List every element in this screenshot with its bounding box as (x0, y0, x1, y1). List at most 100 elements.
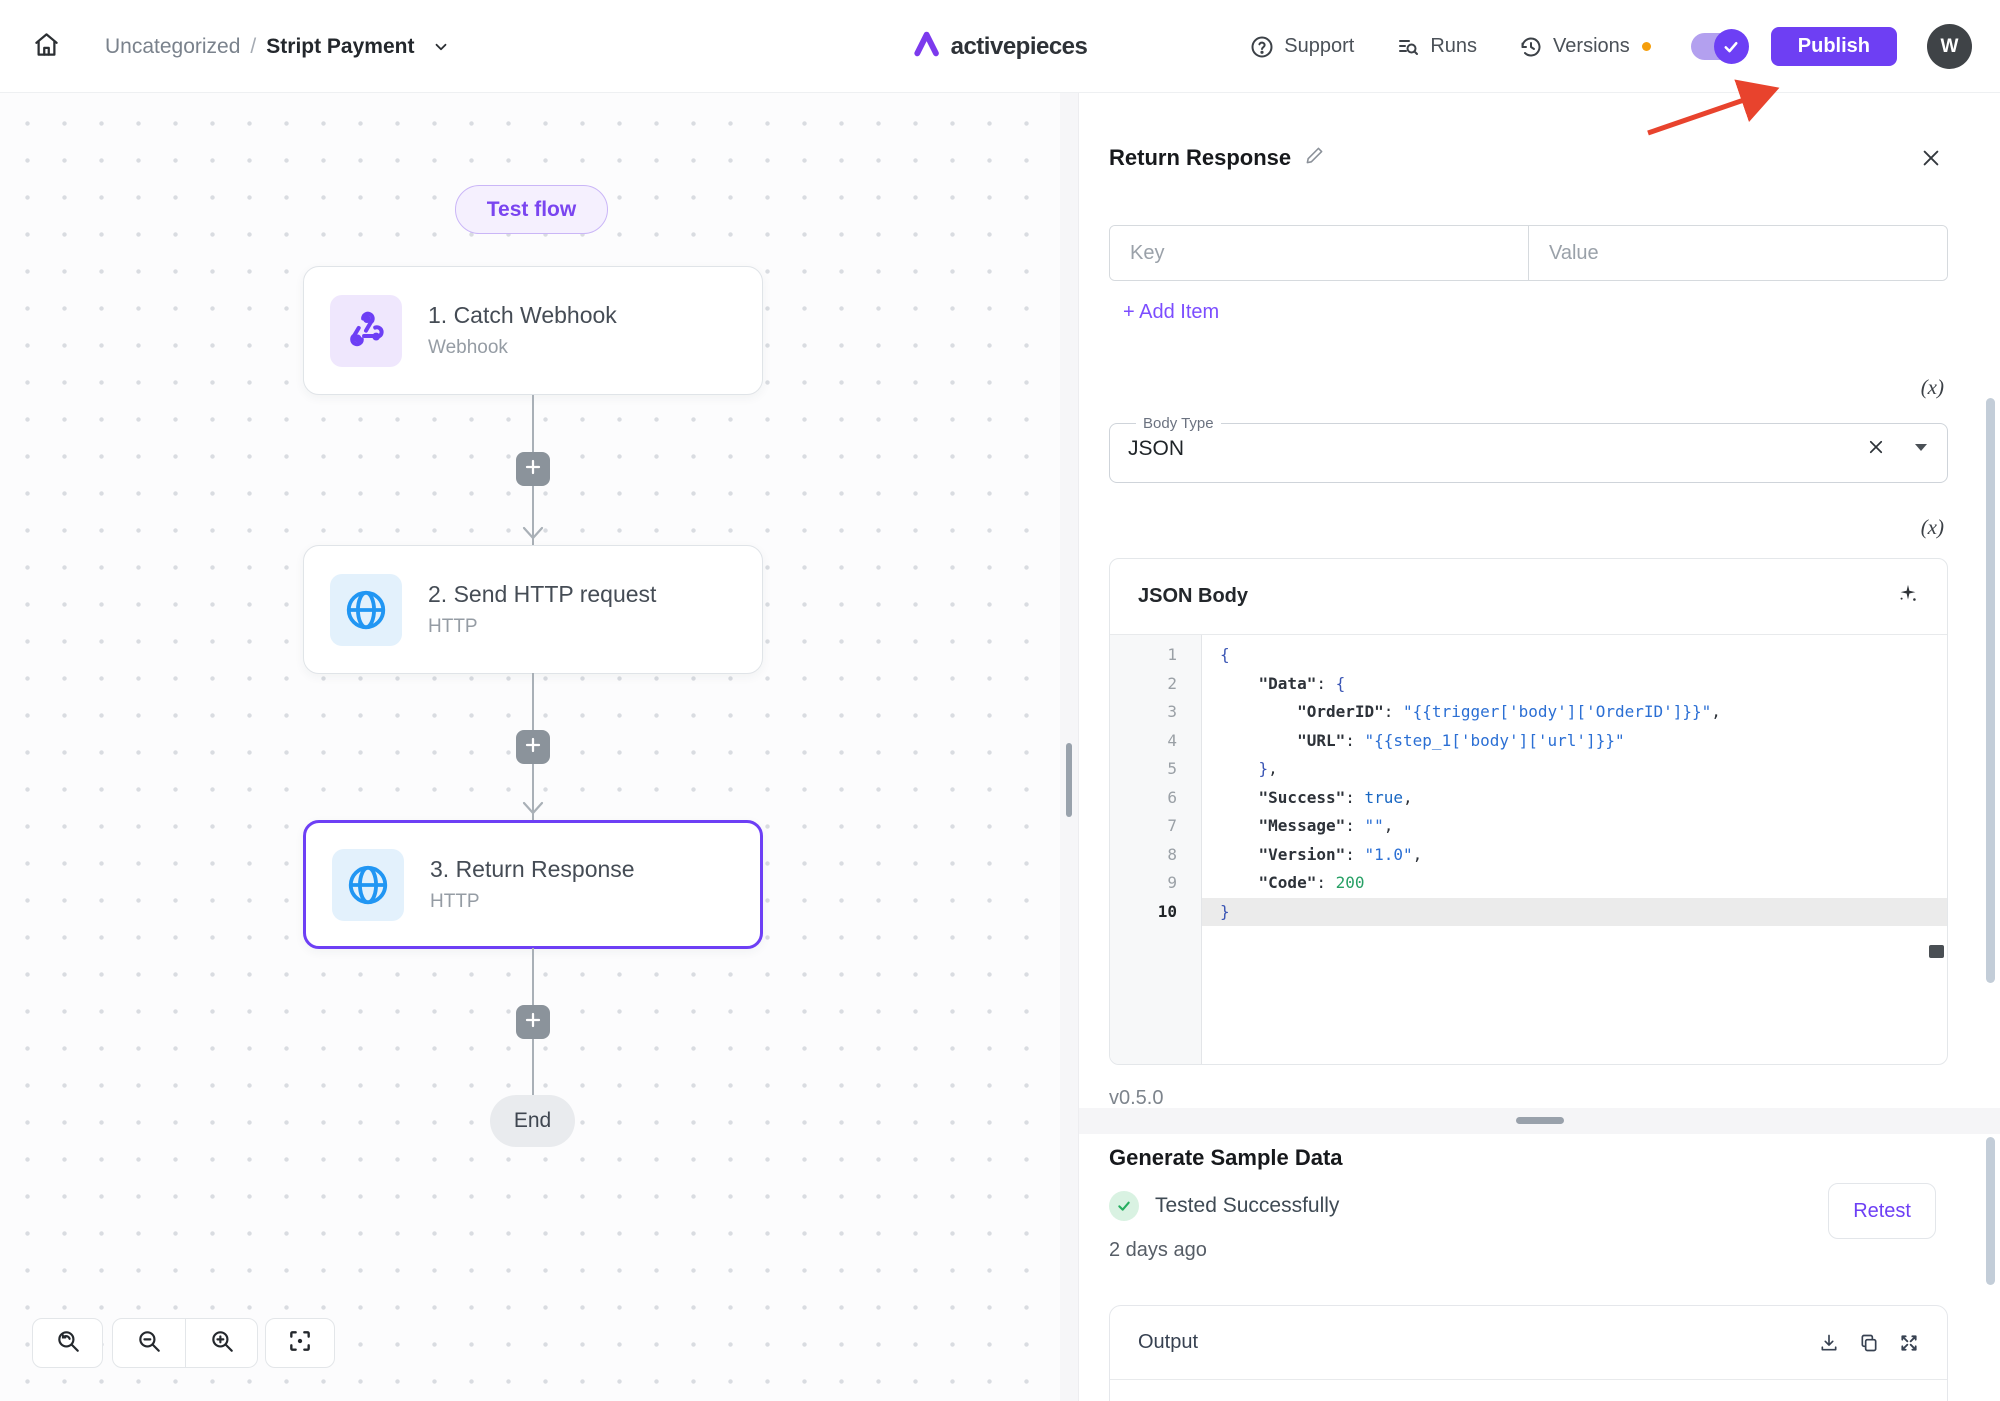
topbar-left: Uncategorized / Stript Payment (25, 0, 450, 93)
breadcrumb-flow-name[interactable]: Stript Payment (266, 35, 414, 59)
step-settings-panel: Return Response + Add Item (x) Body Type… (1078, 93, 2000, 1401)
add-step-button-1[interactable] (516, 452, 550, 486)
support-label: Support (1284, 35, 1354, 58)
retest-button[interactable]: Retest (1828, 1183, 1936, 1239)
code-line[interactable]: "Success": true, (1202, 784, 1947, 813)
fit-to-view-button[interactable] (265, 1318, 335, 1368)
topbar-right: Support Runs Versions Publish (1250, 0, 1972, 93)
step-card-send-http[interactable]: 2. Send HTTP request HTTP (303, 545, 763, 674)
step-texts: 1. Catch Webhook Webhook (428, 302, 617, 359)
download-icon[interactable] (1819, 1333, 1839, 1353)
code-area[interactable]: 12345678910 { "Data": { "OrderID": "{{tr… (1110, 635, 1947, 1065)
test-timestamp: 2 days ago (1109, 1239, 1207, 1262)
copy-icon[interactable] (1859, 1333, 1879, 1353)
body-type-select[interactable]: Body Type JSON (1109, 415, 1948, 483)
line-number: 10 (1110, 898, 1177, 927)
section-resize-handle[interactable] (1516, 1117, 1564, 1124)
zoom-out-icon (136, 1328, 162, 1359)
add-item-link[interactable]: + Add Item (1123, 301, 1219, 324)
breadcrumb-separator: / (250, 35, 256, 59)
step-card-catch-webhook[interactable]: 1. Catch Webhook Webhook (303, 266, 763, 395)
code-line[interactable]: "Data": { (1202, 670, 1947, 699)
test-flow-button[interactable]: Test flow (455, 185, 608, 234)
avatar[interactable]: W (1927, 24, 1972, 69)
edit-pencil-icon[interactable] (1305, 146, 1324, 170)
code-line[interactable]: }, (1202, 755, 1947, 784)
arrowhead-icon (521, 800, 545, 821)
versions-unpublished-dot (1642, 42, 1651, 51)
add-step-button-2[interactable] (516, 730, 550, 764)
code-gutter: 12345678910 (1110, 635, 1202, 1065)
flow-enabled-toggle[interactable] (1691, 33, 1745, 60)
topbar: Uncategorized / Stript Payment activepie… (0, 0, 2000, 93)
success-check-icon (1109, 1191, 1139, 1221)
globe-icon (332, 849, 404, 921)
plus-icon (524, 1011, 542, 1034)
ai-sparkle-icon[interactable] (1897, 583, 1919, 610)
publish-button[interactable]: Publish (1771, 27, 1897, 66)
response-headers-row (1109, 225, 1948, 281)
line-number: 7 (1110, 812, 1177, 841)
zoom-button-group (112, 1318, 258, 1368)
line-number: 2 (1110, 670, 1177, 699)
output-tree-row[interactable]: object {3} (1110, 1380, 1947, 1401)
plus-icon (524, 736, 542, 759)
line-number: 1 (1110, 641, 1177, 670)
panel-gap (1060, 93, 1078, 1401)
zoom-in-button[interactable] (185, 1319, 257, 1367)
step-title: 1. Catch Webhook (428, 302, 617, 329)
code-line[interactable]: "Version": "1.0", (1202, 841, 1947, 870)
sample-scrollbar-thumb[interactable] (1986, 1137, 1995, 1285)
panel-title: Return Response (1109, 145, 1291, 171)
editor-scrollbar-thumb[interactable] (1929, 945, 1944, 958)
breadcrumb-folder[interactable]: Uncategorized (105, 35, 240, 59)
arrowhead-icon (521, 525, 545, 546)
expand-icon[interactable] (1899, 1333, 1919, 1353)
value-input[interactable] (1529, 226, 1947, 280)
json-body-editor: JSON Body 12345678910 { "Data": { "Order… (1109, 558, 1948, 1065)
code-line[interactable]: "Code": 200 (1202, 869, 1947, 898)
home-button[interactable] (25, 26, 67, 68)
brand-name: activepieces (951, 33, 1088, 61)
code-line[interactable]: { (1202, 641, 1947, 670)
breadcrumb: Uncategorized / Stript Payment (105, 35, 450, 59)
clear-selection-icon[interactable] (1867, 438, 1885, 461)
line-number: 8 (1110, 841, 1177, 870)
flow-end-node: End (490, 1095, 575, 1147)
key-input[interactable] (1110, 226, 1528, 280)
insert-variable-icon[interactable]: (x) (1921, 375, 1944, 400)
zoom-out-button[interactable] (113, 1319, 185, 1367)
code-line[interactable]: } (1202, 898, 1947, 927)
json-body-header: JSON Body (1110, 559, 1947, 635)
versions-button[interactable]: Versions (1519, 35, 1630, 59)
panel-resize-handle[interactable] (1066, 743, 1072, 817)
output-actions (1819, 1333, 1919, 1353)
flow-canvas[interactable]: Test flow 1. Catch Webhook Webhook 2. Se… (0, 93, 1060, 1401)
support-button[interactable]: Support (1250, 35, 1354, 59)
test-status-label: Tested Successfully (1155, 1194, 1339, 1218)
code-line[interactable]: "OrderID": "{{trigger['body']['OrderID']… (1202, 698, 1947, 727)
body-type-label: Body Type (1136, 415, 1221, 432)
add-step-button-3[interactable] (516, 1005, 550, 1039)
zoom-reset-button[interactable] (32, 1318, 103, 1368)
panel-title-row: Return Response (1109, 145, 1948, 171)
close-icon[interactable] (1920, 147, 1942, 174)
runs-button[interactable]: Runs (1396, 35, 1477, 59)
section-divider (1079, 1108, 2000, 1134)
dropdown-caret-icon[interactable] (1913, 440, 1929, 458)
history-icon (1519, 35, 1543, 59)
step-subtitle: Webhook (428, 337, 617, 359)
step-texts: 2. Send HTTP request HTTP (428, 581, 656, 638)
line-number: 6 (1110, 784, 1177, 813)
globe-icon (330, 574, 402, 646)
code-line[interactable]: "Message": "", (1202, 812, 1947, 841)
line-number: 4 (1110, 727, 1177, 756)
fit-to-view-icon (287, 1328, 313, 1359)
code-line[interactable]: "URL": "{{step_1['body']['url']}}" (1202, 727, 1947, 756)
panel-scrollbar-thumb[interactable] (1986, 398, 1995, 983)
insert-variable-icon[interactable]: (x) (1921, 515, 1944, 540)
versions-label: Versions (1553, 35, 1630, 58)
chevron-down-icon[interactable] (432, 38, 450, 56)
step-card-return-response[interactable]: 3. Return Response HTTP (303, 820, 763, 949)
zoom-reset-icon (55, 1328, 81, 1359)
